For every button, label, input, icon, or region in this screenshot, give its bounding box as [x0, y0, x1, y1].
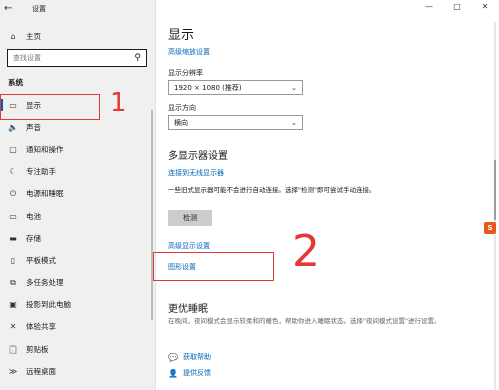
storage-icon: ▬: [9, 233, 17, 243]
sidebar-item-label: 投影到此电脑: [26, 300, 71, 310]
annotation-number-2: 2: [292, 226, 320, 277]
sidebar-item-label: 剪贴板: [26, 344, 49, 354]
sidebar-item-label: 平板模式: [26, 255, 56, 265]
sidebar-item-label: 电源和睡眠: [26, 189, 64, 199]
get-help-link[interactable]: 获取帮助: [183, 352, 211, 362]
detect-description: 一些旧式显示器可能不会进行自动连接。选择"检测"即可尝试手动连接。: [168, 186, 376, 194]
resolution-dropdown[interactable]: 1920 × 1080 (推荐) ⌄: [168, 80, 303, 95]
annotation-box-1: [0, 94, 100, 120]
speaker-icon: 🔈: [8, 122, 18, 132]
sidebar-item-home[interactable]: ⌂ 主页: [0, 28, 155, 44]
sidebar-item[interactable]: ▯ 平板模式: [0, 249, 155, 271]
advanced-display-link[interactable]: 高级显示设置: [168, 241, 210, 251]
sidebar-item-label: 通知和操作: [26, 144, 64, 154]
titlebar: ← 设置: [4, 2, 46, 16]
back-arrow-icon[interactable]: ←: [4, 2, 18, 16]
chevron-down-icon: ⌄: [291, 118, 297, 127]
feedback-row[interactable]: 👤 提供反馈: [168, 368, 211, 378]
search-input[interactable]: [13, 54, 123, 62]
sidebar-nav-list: ▭ 显示 🔈 声音 ▢ 通知和操作 ☾ 专注助手 ⏻ 电源和睡眠 ▭ 电池 ▬ 存储 ▯ 平板模式 ⧉ 多任务处理…: [0, 94, 155, 382]
detect-button[interactable]: 检测: [168, 210, 212, 226]
sleep-description: 在晚间，夜间模式会显示较柔和的暖色，帮助你进入睡眠状态。选择"夜间模式设置"进行…: [168, 317, 441, 325]
power-icon: ⏻: [9, 188, 17, 198]
sidebar-item-label: 多任务处理: [26, 278, 64, 288]
notification-icon: ▢: [9, 144, 17, 154]
feedback-icon: 👤: [168, 368, 178, 378]
sidebar-item-label: 远程桌面: [26, 366, 56, 376]
minimize-button[interactable]: —: [415, 0, 443, 14]
advanced-scaling-link[interactable]: 高级缩放设置: [168, 47, 210, 57]
sidebar-item-label: 专注助手: [26, 167, 56, 177]
orientation-value: 横向: [174, 118, 188, 127]
sidebar-item-label: 主页: [26, 31, 41, 41]
help-icon: 💬: [168, 352, 178, 362]
multi-display-heading: 多显示器设置: [168, 151, 228, 162]
moon-icon: ☾: [9, 167, 17, 177]
main-scrollbar-thumb[interactable]: [494, 160, 496, 220]
app-title: 设置: [32, 5, 46, 13]
page-title: 显示: [168, 28, 195, 43]
resolution-value: 1920 × 1080 (推荐): [174, 83, 242, 92]
annotation-number-1: 1: [110, 88, 127, 118]
battery-icon: ▭: [9, 211, 17, 221]
sleep-heading: 更优睡眠: [168, 304, 208, 315]
project-icon: ▣: [9, 300, 17, 310]
orientation-label: 显示方向: [168, 104, 196, 112]
orientation-dropdown[interactable]: 横向 ⌄: [168, 115, 303, 130]
get-help-row[interactable]: 💬 获取帮助: [168, 352, 211, 362]
sidebar-scrollbar[interactable]: [151, 110, 153, 320]
sidebar-divider: [155, 0, 156, 390]
share-icon: ✕: [9, 322, 17, 332]
sidebar-item[interactable]: ▬ 存储: [0, 227, 155, 249]
wireless-display-link[interactable]: 连接到无线显示器: [168, 168, 224, 178]
resolution-label: 显示分辨率: [168, 69, 203, 77]
sidebar-item[interactable]: ≫ 远程桌面: [0, 360, 155, 382]
sidebar-item-label: 存储: [26, 233, 41, 243]
close-button[interactable]: ✕: [471, 0, 499, 14]
sidebar-item[interactable]: ⧉ 多任务处理: [0, 272, 155, 294]
sidebar-item[interactable]: 📋 剪贴板: [0, 338, 155, 360]
home-icon: ⌂: [10, 31, 16, 41]
clipboard-icon: 📋: [8, 344, 18, 354]
sidebar-item-label: 声音: [26, 122, 41, 132]
sidebar-item-label: 体验共享: [26, 322, 56, 332]
sidebar-item-label: 电池: [26, 211, 41, 221]
chevron-down-icon: ⌄: [291, 83, 297, 92]
sidebar-item[interactable]: ☾ 专注助手: [0, 161, 155, 183]
search-box[interactable]: ⚲: [7, 49, 147, 67]
sidebar-item[interactable]: ▭ 电池: [0, 205, 155, 227]
sidebar-item[interactable]: ✕ 体验共享: [0, 316, 155, 338]
search-icon[interactable]: ⚲: [134, 53, 141, 63]
maximize-button[interactable]: □: [443, 0, 471, 14]
tablet-icon: ▯: [10, 255, 16, 265]
sidebar-item[interactable]: ▢ 通知和操作: [0, 138, 155, 160]
sidebar-item[interactable]: ⏻ 电源和睡眠: [0, 183, 155, 205]
watermark-logo: S: [484, 222, 496, 234]
feedback-link[interactable]: 提供反馈: [183, 368, 211, 378]
window-controls: — □ ✕: [415, 0, 499, 14]
sidebar-item[interactable]: ▣ 投影到此电脑: [0, 294, 155, 316]
annotation-box-2: [153, 252, 274, 281]
remote-icon: ≫: [8, 366, 18, 376]
multitask-icon: ⧉: [10, 277, 16, 287]
section-label-system: 系统: [8, 78, 23, 87]
